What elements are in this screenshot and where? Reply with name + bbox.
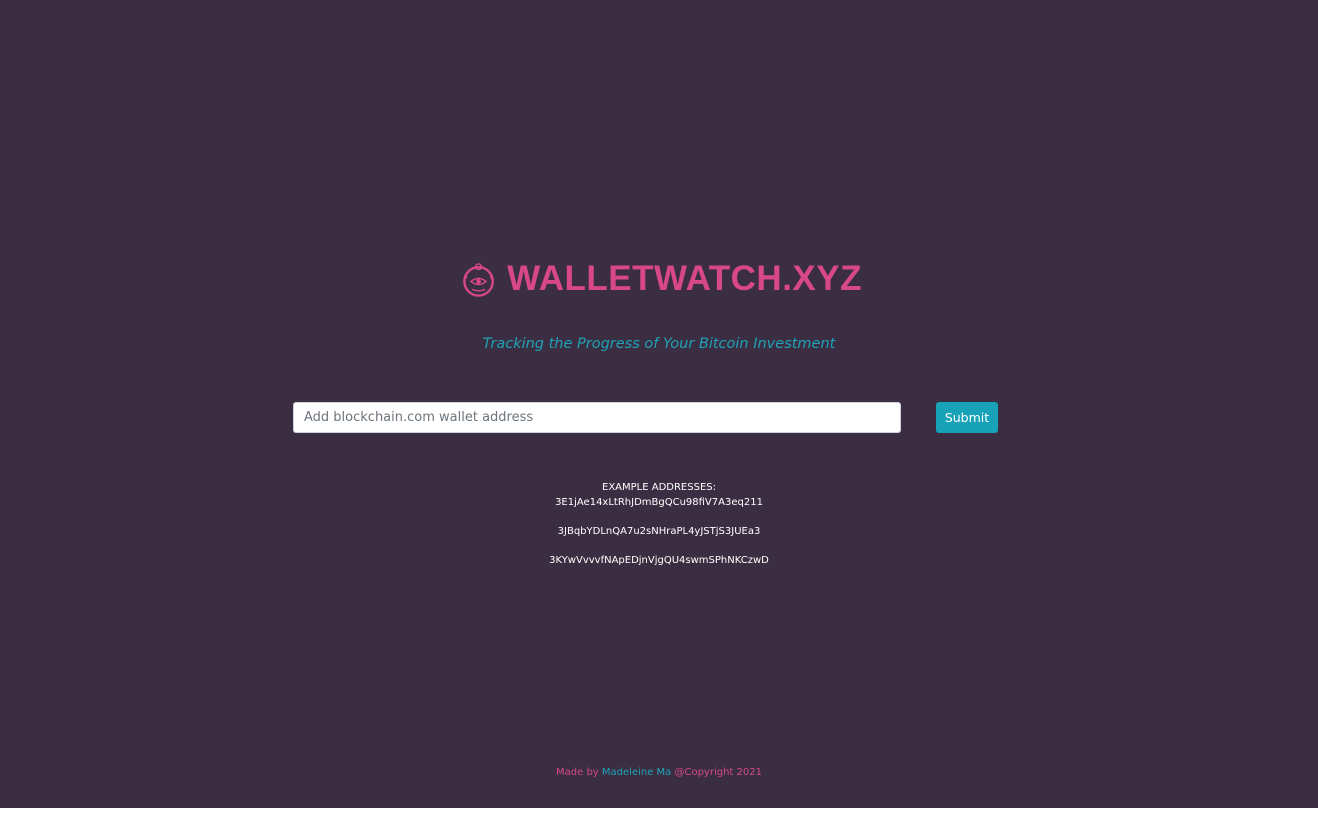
- footer-author-link[interactable]: Madeleine Ma: [602, 767, 671, 778]
- tagline: Tracking the Progress of Your Bitcoin In…: [482, 336, 836, 352]
- example-address-1: 3E1jAe14xLtRhJDmBgQCu98fiV7A3eq211: [555, 497, 763, 508]
- logo: WALLETWATCH.XYZ: [462, 243, 862, 317]
- example-address-3: 3KYwVvvvfNApEDjnVjgQU4swmSPhNKCzwD: [549, 555, 769, 566]
- brand-name: WALLETWATCH.XYZ: [507, 258, 862, 298]
- page: WALLETWATCH.XYZ Tracking the Progress of…: [0, 0, 1318, 808]
- footer-copyright: @Copyright 2021: [674, 767, 762, 778]
- wallet-address-input[interactable]: [293, 402, 901, 433]
- example-addresses-heading: EXAMPLE ADDRESSES:: [602, 482, 716, 493]
- example-address-2: 3JBqbYDLnQA7u2sNHraPL4yJSTjS3JUEa3: [557, 526, 761, 537]
- submit-button[interactable]: Submit: [936, 402, 998, 433]
- footer: Made by Madeleine Ma @Copyright 2021: [0, 767, 1318, 778]
- footer-made-by: Made by: [556, 767, 599, 778]
- example-addresses: EXAMPLE ADDRESSES: 3E1jAe14xLtRhJDmBgQCu…: [0, 480, 1318, 568]
- eye-wallet-icon: [463, 263, 494, 297]
